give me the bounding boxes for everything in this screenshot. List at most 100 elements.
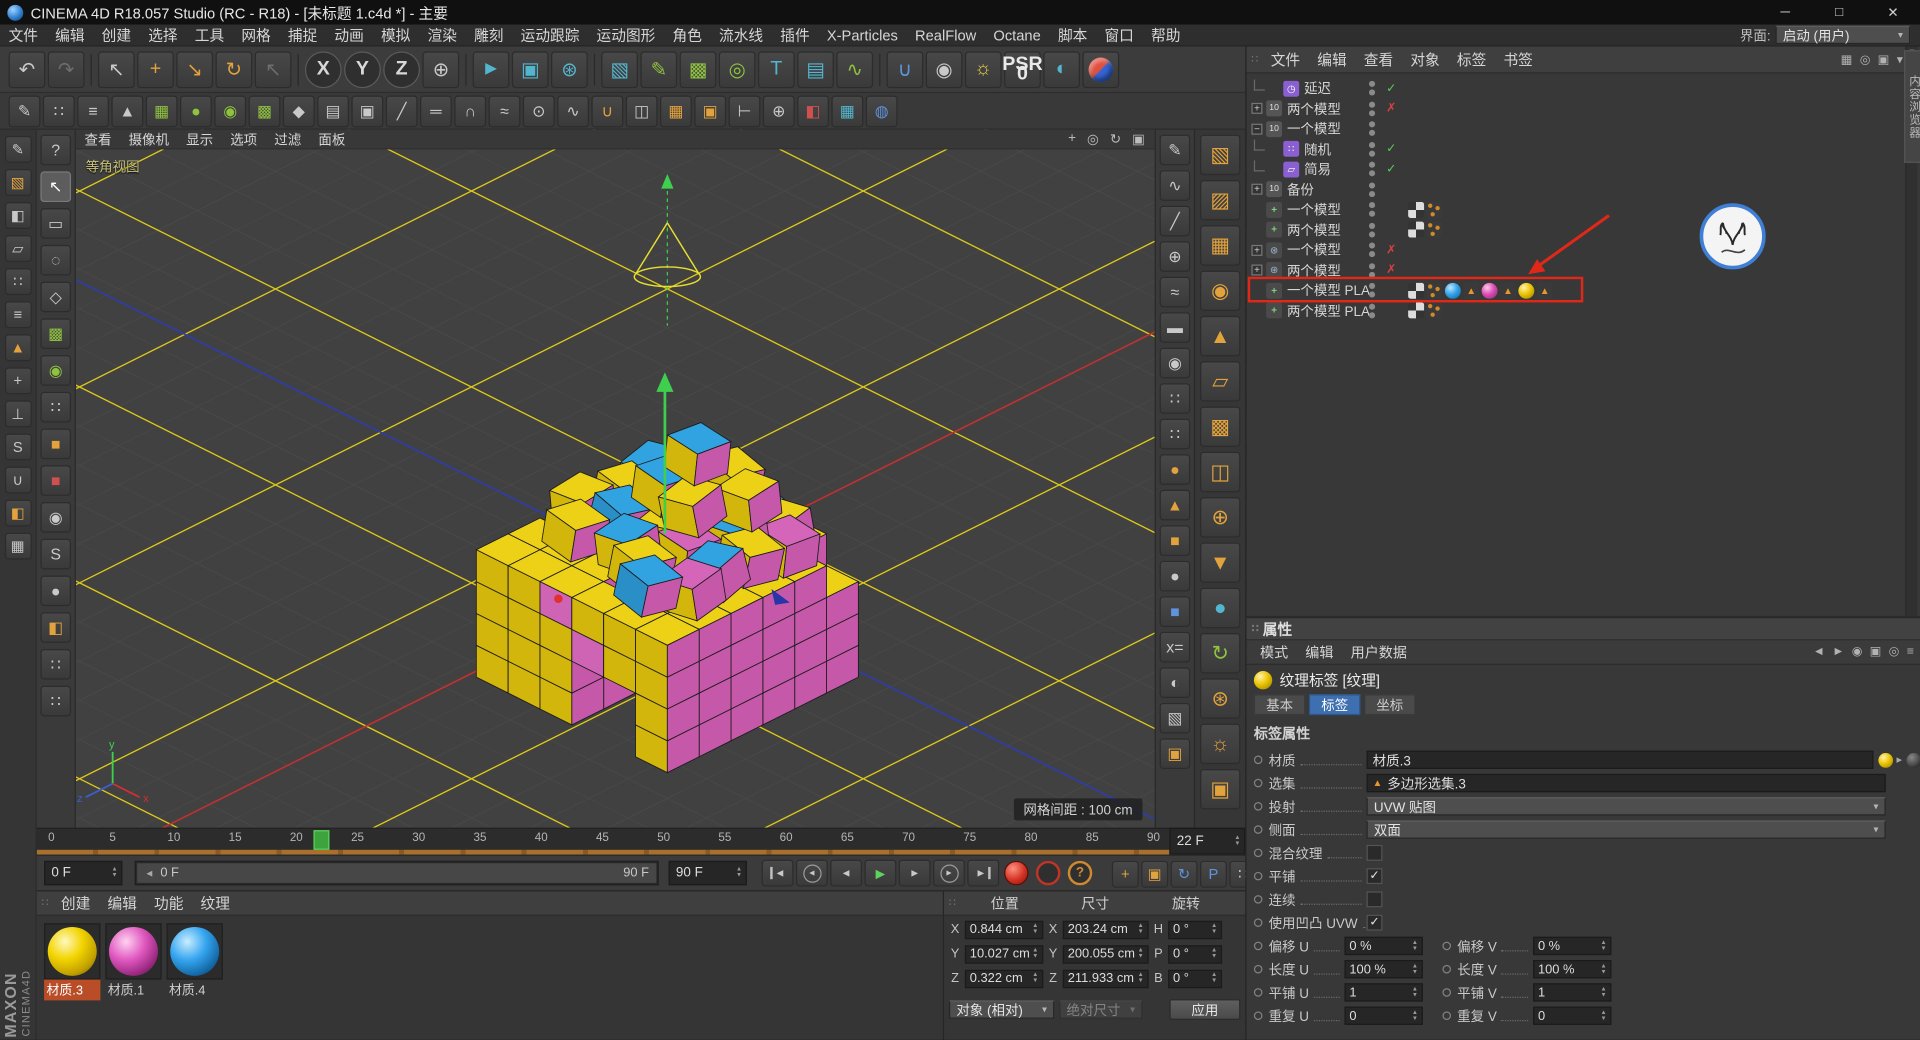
sculpt-pull-icon[interactable]: ⊕ xyxy=(1160,241,1191,272)
rotate-view-icon[interactable]: ↻ xyxy=(1110,131,1121,147)
plane-blue-icon[interactable]: ■ xyxy=(1160,596,1191,627)
optimize-icon[interactable]: ◉ xyxy=(214,95,246,127)
panel-menu-icon[interactable]: ≡ xyxy=(1907,645,1914,658)
lock-y-axis-icon[interactable]: Y xyxy=(344,51,381,88)
material-thumbnail[interactable] xyxy=(167,923,223,979)
light-object-icon[interactable]: ☼ xyxy=(965,51,1002,88)
lock-x-axis-icon[interactable]: X xyxy=(305,51,342,88)
menu-item[interactable]: 编辑 xyxy=(47,24,94,45)
search-icon[interactable]: ◎ xyxy=(1860,53,1871,66)
keyframe-selection-button[interactable]: ? xyxy=(1068,861,1092,885)
position-field[interactable]: 10.027 cm▲▼ xyxy=(965,945,1043,963)
current-frame-field[interactable]: 22 F ▲▼ xyxy=(1169,828,1245,855)
visibility-dots[interactable] xyxy=(1369,243,1375,258)
uv-value-field[interactable]: 0▲▼ xyxy=(1344,1007,1422,1025)
object-manager-menu-item[interactable]: 对象 xyxy=(1402,49,1449,70)
apply-button[interactable]: 应用 xyxy=(1169,999,1240,1020)
menu-item[interactable]: RealFlow xyxy=(906,26,984,43)
visibility-dots[interactable] xyxy=(1369,182,1375,197)
live-select-tool-icon[interactable]: ↖ xyxy=(40,171,71,202)
viewport-canvas[interactable]: xyz xyxy=(76,130,1155,828)
enable-points-icon[interactable]: ∷ xyxy=(43,95,75,127)
position-field[interactable]: 0.844 cm▲▼ xyxy=(965,920,1043,938)
clone-icon[interactable]: ▣ xyxy=(694,95,726,127)
cube-final-icon[interactable]: ▣ xyxy=(1200,769,1240,809)
pin-icon[interactable]: ◉ xyxy=(1852,645,1863,658)
sphere-orange-icon[interactable]: ● xyxy=(1160,454,1191,485)
size-field[interactable]: 203.24 cm▲▼ xyxy=(1063,920,1149,938)
material-item[interactable]: 材质.3 xyxy=(44,923,100,1000)
dice-icon[interactable]: ∷ xyxy=(40,686,71,717)
object-manager-menu-item[interactable]: 编辑 xyxy=(1309,49,1356,70)
enable-check-icon[interactable]: ✓ xyxy=(1386,142,1396,155)
disable-cross-icon[interactable]: ✗ xyxy=(1386,102,1396,115)
stepper-arrows-icon[interactable]: ▲▼ xyxy=(1032,972,1038,984)
render-picture-viewer-icon[interactable]: ▣ xyxy=(512,51,549,88)
goto-start-button[interactable]: ◄ xyxy=(762,860,794,887)
point-selection-tag[interactable] xyxy=(1427,202,1443,218)
bridge-icon[interactable]: ∩ xyxy=(454,95,486,127)
spline-pen-icon[interactable]: ✎ xyxy=(640,51,677,88)
attribute-menu-item[interactable]: 编辑 xyxy=(1297,642,1342,662)
cube-light-icon[interactable]: ☼ xyxy=(1200,724,1240,764)
render-view-icon[interactable]: ► xyxy=(473,51,510,88)
text-input[interactable]: ▲多边形选集.3 xyxy=(1367,774,1886,792)
material-item[interactable]: 材质.4 xyxy=(167,923,223,1000)
point-selection-tag[interactable] xyxy=(1427,283,1443,299)
stepper-arrows-icon[interactable]: ▲▼ xyxy=(1211,948,1217,960)
history-back-icon[interactable]: ◄ xyxy=(1813,645,1825,658)
stepper-arrows-icon[interactable]: ▲▼ xyxy=(1032,923,1038,935)
rotation-field[interactable]: 0 °▲▼ xyxy=(1168,969,1222,987)
mesh-check-icon[interactable]: ▦ xyxy=(146,95,178,127)
record-rotation-icon[interactable]: ↻ xyxy=(1171,861,1198,888)
anim-dot-icon[interactable] xyxy=(1254,918,1263,927)
make-editable-mode-icon[interactable]: ✎ xyxy=(4,136,31,163)
stepper-arrows-icon[interactable]: ▲▼ xyxy=(1211,923,1217,935)
stepper-arrows-icon[interactable]: ▲▼ xyxy=(1600,940,1606,952)
text-spline-icon[interactable]: T xyxy=(758,51,795,88)
maximize-button[interactable]: □ xyxy=(1812,0,1866,24)
cone-orange-icon[interactable]: ▲ xyxy=(1160,490,1191,521)
panel-grip-icon[interactable]: ∷ xyxy=(1251,53,1257,66)
enable-check-icon[interactable]: ✓ xyxy=(1386,163,1396,176)
scale-tool-icon[interactable]: ↘ xyxy=(176,51,213,88)
bookmark-icon[interactable]: ▾ xyxy=(1897,53,1903,66)
solo-mode-icon[interactable]: S xyxy=(4,433,31,460)
menu-item[interactable]: 捕捉 xyxy=(279,24,326,45)
viewport[interactable]: xyz 查看摄像机显示选项过滤面板 +◎↻▣ 等角视图 网格间距 : 100 c… xyxy=(76,130,1155,828)
grid-add-icon[interactable]: ∷ xyxy=(40,392,71,423)
expander-icon[interactable]: + xyxy=(1251,245,1262,256)
bend-deformer-icon[interactable]: ∪ xyxy=(887,51,924,88)
lock-icon[interactable]: ▣ xyxy=(1878,53,1890,66)
object-row[interactable]: +一个模型 xyxy=(1247,200,1906,220)
bucket-fill-icon[interactable]: ◧ xyxy=(40,612,71,643)
object-row[interactable]: +⊛两个模型✗ xyxy=(1247,260,1906,280)
panel-grip-icon[interactable]: ∷ xyxy=(949,896,955,909)
dropdown[interactable]: 双面▾ xyxy=(1367,820,1886,838)
close-button[interactable]: ✕ xyxy=(1866,0,1920,24)
menu-item[interactable]: Octane xyxy=(985,26,1050,43)
stepper-arrows-icon[interactable]: ▲▼ xyxy=(1211,972,1217,984)
material-thumbnail[interactable] xyxy=(105,923,161,979)
dot-pattern-a-icon[interactable]: ∷ xyxy=(1160,383,1191,414)
visibility-dots[interactable] xyxy=(1369,263,1375,278)
recycle-icon[interactable]: ↻ xyxy=(1200,633,1240,673)
visibility-dots[interactable] xyxy=(1369,283,1375,298)
sculpt-pen-icon[interactable]: ✎ xyxy=(1160,135,1191,166)
anim-dot-icon[interactable] xyxy=(1254,756,1263,765)
material-menu-item[interactable]: 编辑 xyxy=(99,893,146,914)
knife-icon[interactable]: ╱ xyxy=(386,95,418,127)
zoom-view-icon[interactable]: ◎ xyxy=(1087,131,1099,147)
current-frame-marker[interactable] xyxy=(313,830,329,850)
cube-hatch-icon[interactable]: ▧ xyxy=(1160,703,1191,734)
checkbox[interactable] xyxy=(1367,845,1383,861)
extrude-icon[interactable]: ▤ xyxy=(317,95,349,127)
material-tag[interactable] xyxy=(1518,283,1534,299)
cube-solid-icon[interactable]: ▣ xyxy=(1160,738,1191,769)
range-slider-handle[interactable]: ◄ 0 F 90 F xyxy=(137,863,656,883)
menu-item[interactable]: 脚本 xyxy=(1049,24,1096,45)
magnet-icon[interactable]: ∪ xyxy=(591,95,623,127)
expander-icon[interactable]: + xyxy=(1251,184,1262,195)
pan-view-icon[interactable]: + xyxy=(1068,131,1076,147)
stepper-arrows-icon[interactable]: ▲▼ xyxy=(1032,948,1038,960)
